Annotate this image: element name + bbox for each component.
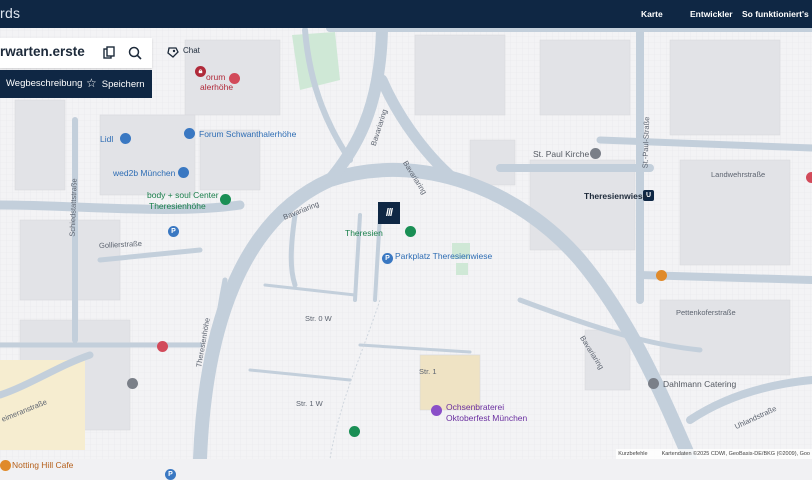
location-marker[interactable]: /// xyxy=(378,202,400,224)
poi-ochsen-2[interactable]: Oktoberfest München xyxy=(446,413,527,423)
nav-so-funktionierts[interactable]: So funktioniert's xyxy=(742,9,809,19)
parking-icon-1[interactable]: P xyxy=(168,226,179,237)
body-soul-pin[interactable] xyxy=(220,194,231,205)
street-pettenkofer: Pettenkoferstraße xyxy=(676,308,736,317)
save-label: Speichern xyxy=(101,79,145,90)
lock-icon: 🔒︎ xyxy=(195,66,206,77)
street-str-0w: Str. 0 W xyxy=(305,314,332,323)
poi-dahlmann[interactable]: Dahlmann Catering xyxy=(663,379,736,389)
poi-notting-hill[interactable]: Notting Hill Cafe xyxy=(12,460,73,470)
street-st-paul: St.-Paul-Straße xyxy=(640,116,652,169)
chat-label: Chat xyxy=(183,46,200,55)
green-pin[interactable] xyxy=(349,426,360,437)
dahlmann-pin[interactable] xyxy=(648,378,659,389)
restaurant-pin[interactable] xyxy=(656,270,667,281)
copy-icon[interactable] xyxy=(101,45,117,61)
search-input[interactable]: rwarten.erste xyxy=(0,44,85,59)
edge-pin[interactable] xyxy=(806,172,812,183)
ochsen-pin[interactable] xyxy=(431,405,442,416)
street-str-1: Str. 1 xyxy=(419,367,437,376)
theresien-pin[interactable] xyxy=(405,226,416,237)
brand-logo-text[interactable]: rds xyxy=(0,5,20,21)
chat-icon xyxy=(167,47,179,58)
street-str-1w: Str. 1 W xyxy=(296,399,323,408)
poi-forum-top-2[interactable]: alerhöhe xyxy=(200,82,233,92)
lidl-pin[interactable] xyxy=(120,133,131,144)
shortcuts-link[interactable]: Kurzbefehle xyxy=(618,451,647,457)
poi-st-paul[interactable]: St. Paul Kirche xyxy=(533,149,589,159)
poi-theresien[interactable]: Theresien xyxy=(345,228,383,238)
map-data-credit: Kartendaten ©2025 CDWI, GeoBasis-DE/BKG … xyxy=(661,451,810,457)
poi-forum[interactable]: Forum Schwanthalerhöhe xyxy=(199,129,296,139)
map-attribution: Kurzbefehle Kartendaten ©2025 CDWI, GeoBa… xyxy=(616,449,812,459)
search-panel[interactable]: rwarten.erste xyxy=(0,38,152,68)
star-icon: ☆ xyxy=(86,76,97,90)
poi-body-soul-2[interactable]: Theresienhöhe xyxy=(149,201,206,211)
gray-pin[interactable] xyxy=(127,378,138,389)
poi-theresienwiese[interactable]: Theresienwiese xyxy=(584,191,647,201)
nav-entwickler[interactable]: Entwickler xyxy=(690,9,733,19)
route-button[interactable]: Wegbeschreibung xyxy=(6,78,82,89)
action-bar: Wegbeschreibung ☆ Speichern xyxy=(0,70,152,98)
cafe-pin[interactable] xyxy=(0,460,11,471)
red-pin[interactable] xyxy=(157,341,168,352)
poi-parkplatz[interactable]: Parkplatz Theresienwiese xyxy=(395,251,492,261)
poi-forum-top[interactable]: orum xyxy=(206,72,225,82)
poi-body-soul-1[interactable]: body + soul Center xyxy=(147,190,219,200)
search-icon[interactable] xyxy=(127,45,143,61)
parking-icon-3[interactable]: P xyxy=(165,469,176,480)
save-button[interactable]: ☆ Speichern xyxy=(86,76,145,90)
nav-karte[interactable]: Karte xyxy=(641,9,663,19)
parking-icon-2[interactable]: P xyxy=(382,253,393,264)
forum-pin[interactable] xyxy=(184,128,195,139)
street-landwehr: Landwehrstraße xyxy=(711,170,766,179)
poi-lidl[interactable]: Lidl xyxy=(100,134,113,144)
chat-button[interactable]: Chat xyxy=(164,42,200,62)
top-header: rds Karte Entwickler So funktioniert's xyxy=(0,0,812,28)
wed2b-pin[interactable] xyxy=(178,167,189,178)
poi-ochsen-1[interactable]: Ochsenbraterei xyxy=(446,402,504,412)
poi-wed2b[interactable]: wed2b München xyxy=(113,168,175,178)
church-pin[interactable] xyxy=(590,148,601,159)
